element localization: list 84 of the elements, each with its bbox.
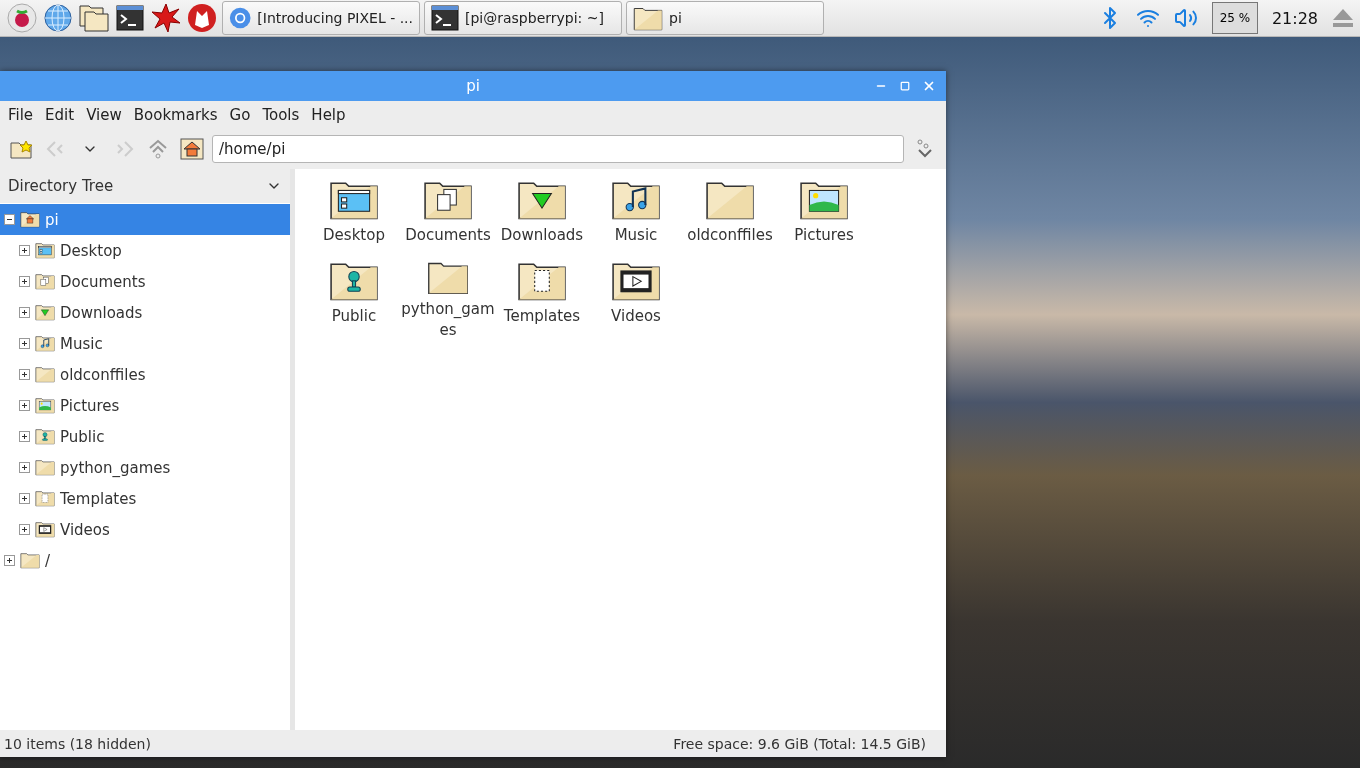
expander-icon[interactable] — [19, 431, 30, 442]
up-arrow-icon — [147, 138, 169, 160]
folder-icon — [329, 260, 379, 302]
expander-icon[interactable] — [19, 276, 30, 287]
folder-icon — [35, 397, 55, 414]
folder-icon — [423, 179, 473, 221]
tree-item[interactable]: Desktop — [0, 235, 290, 266]
expander-icon[interactable] — [19, 400, 30, 411]
taskbar-window-button[interactable]: [pi@raspberrypi: ~] — [424, 1, 622, 35]
terminal-icon — [431, 5, 459, 31]
starburst-icon[interactable] — [151, 3, 181, 33]
folder-icon — [35, 366, 55, 383]
tree-item[interactable]: Documents — [0, 266, 290, 297]
folder-item[interactable]: Documents — [401, 179, 495, 260]
folder-item[interactable]: Videos — [589, 260, 683, 341]
raspberry-menu-icon[interactable] — [7, 3, 37, 33]
menu-item[interactable]: Help — [305, 104, 352, 126]
expander-icon[interactable] — [19, 307, 30, 318]
tree-item[interactable]: Music — [0, 328, 290, 359]
tree-item[interactable]: Public — [0, 421, 290, 452]
expander-icon[interactable] — [4, 214, 15, 225]
path-field[interactable]: /home/pi — [212, 135, 904, 163]
taskbar-window-button[interactable]: pi — [626, 1, 824, 35]
expander-icon[interactable] — [19, 338, 30, 349]
expander-icon[interactable] — [4, 555, 15, 566]
expander-icon[interactable] — [19, 493, 30, 504]
folder-icon — [633, 5, 663, 31]
tree-item[interactable]: oldconffiles — [0, 359, 290, 390]
menu-item[interactable]: Tools — [256, 104, 306, 126]
folder-item[interactable]: oldconffiles — [683, 179, 777, 260]
tree-item[interactable]: Pictures — [0, 390, 290, 421]
close-icon — [922, 79, 936, 93]
folder-icon — [611, 260, 661, 302]
folder-icon — [35, 490, 55, 507]
folder-item[interactable]: Templates — [495, 260, 589, 341]
folder-icon — [517, 179, 567, 221]
folder-icon — [35, 521, 55, 538]
folder-item[interactable]: Public — [307, 260, 401, 341]
folder-icon — [35, 335, 55, 352]
tree-item[interactable]: Templates — [0, 483, 290, 514]
folder-item[interactable]: Music — [589, 179, 683, 260]
folder-icon — [517, 260, 567, 302]
tree-item[interactable]: python_games — [0, 452, 290, 483]
expander-icon[interactable] — [19, 369, 30, 380]
tree-item[interactable]: pi — [0, 204, 290, 235]
folder-item[interactable]: Downloads — [495, 179, 589, 260]
folder-icon — [705, 179, 755, 221]
expander-icon[interactable] — [19, 245, 30, 256]
folder-item[interactable]: Desktop — [307, 179, 401, 260]
menu-item[interactable]: File — [2, 104, 40, 126]
menu-item[interactable]: Bookmarks — [127, 104, 224, 126]
folder-icon — [20, 211, 40, 228]
terminal-icon — [116, 5, 144, 31]
folder-star-icon — [10, 139, 34, 159]
window-title: pi — [466, 77, 480, 95]
expander-icon[interactable] — [19, 524, 30, 535]
menu-item[interactable]: Go — [223, 104, 257, 126]
folder-icon — [35, 428, 55, 445]
folder-item[interactable]: Pictures — [777, 179, 871, 260]
folder-icon — [329, 179, 379, 221]
taskbar-window-button[interactable]: [Introducing PIXEL - ... — [222, 1, 420, 35]
cpu-monitor: 25 % — [1211, 2, 1258, 34]
folder-icon — [35, 459, 55, 476]
home-icon — [180, 138, 204, 160]
folder-icon — [799, 179, 849, 221]
clock: 21:28 — [1271, 8, 1318, 28]
free-space: Free space: 9.6 GiB (Total: 14.5 GiB) — [673, 735, 926, 752]
folder-icon — [35, 242, 55, 259]
globe-icon[interactable] — [43, 3, 73, 33]
folder-icon — [35, 304, 55, 321]
item-count: 10 items (18 hidden) — [4, 735, 151, 752]
tree-item[interactable]: / — [0, 545, 290, 576]
tree-item[interactable]: Videos — [0, 514, 290, 545]
folder-item[interactable]: python_games — [401, 260, 495, 341]
expander-icon[interactable] — [19, 462, 30, 473]
menu-item[interactable]: View — [80, 104, 128, 126]
folder-icon — [35, 273, 55, 290]
menu-item[interactable]: Edit — [39, 104, 81, 126]
maximize-icon — [900, 81, 910, 91]
tree-item[interactable]: Downloads — [0, 297, 290, 328]
folder-icon — [20, 552, 40, 569]
folders-icon[interactable] — [78, 3, 110, 33]
folder-icon — [611, 179, 661, 221]
volume-icon[interactable] — [1173, 6, 1198, 30]
